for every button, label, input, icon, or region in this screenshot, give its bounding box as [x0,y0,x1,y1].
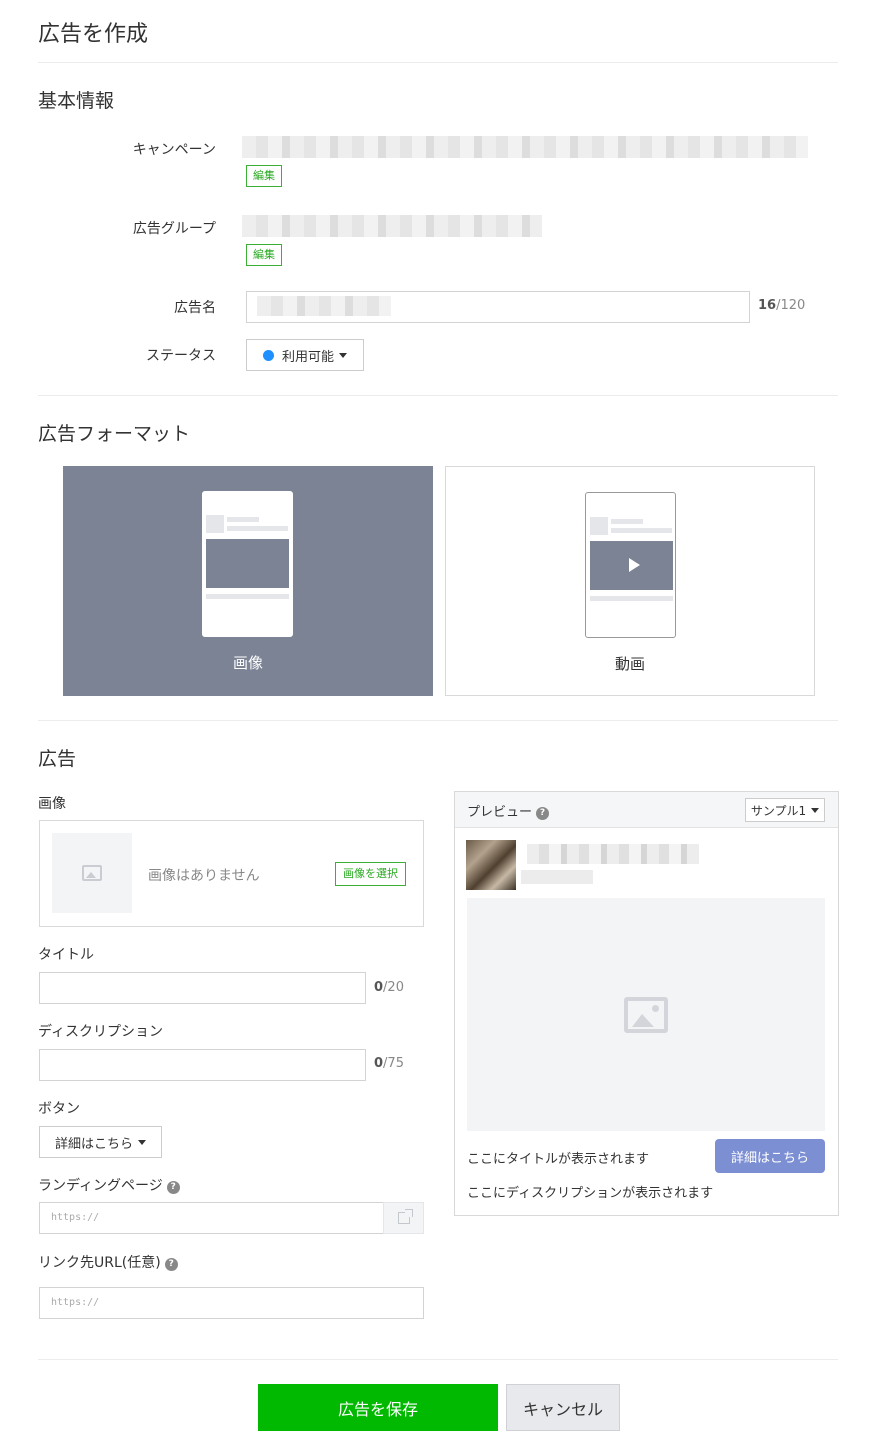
campaign-edit-button[interactable]: 編集 [246,165,282,187]
preview-ad-title: ここにタイトルが表示されます [467,1152,650,1167]
video-format-icon [585,492,676,638]
title-label: タイトル [38,947,94,963]
format-option-video[interactable]: 動画 [445,466,815,696]
no-image-text: 画像はありません [148,868,260,884]
image-placeholder [52,833,132,913]
help-icon[interactable]: ? [536,807,550,820]
ad-section-title: 広告 [38,748,77,770]
link-url-label: リンク先URL(任意)? [38,1252,178,1272]
landing-page-label: ランディングページ? [38,1175,180,1195]
ad-group-label: 広告グループ [132,221,216,237]
basic-info-title: 基本情報 [38,90,115,112]
cta-button-dropdown[interactable]: 詳細はこちら [39,1126,162,1158]
play-icon [629,558,640,572]
caret-down-icon [138,1139,146,1145]
cancel-button[interactable]: キャンセル [506,1384,620,1431]
sample-value: サンプル1 [750,803,807,818]
ad-format-title: 広告フォーマット [38,423,191,445]
format-option-label: 動画 [614,655,645,673]
account-name-redacted [527,844,699,864]
link-url-input[interactable]: https:// [39,1287,424,1319]
ad-name-label: 広告名 [174,300,216,316]
format-option-image[interactable]: 画像 [63,466,433,696]
ad-name-counter: 16/120 [758,298,806,313]
open-link-button[interactable] [383,1202,424,1234]
page-title: 広告を作成 [38,22,149,47]
avatar [466,840,516,890]
status-value: 利用可能 [282,349,335,365]
cta-button-value: 詳細はこちら [54,1136,133,1152]
preview-header: プレビュー? サンプル1 [455,792,838,828]
ad-group-name-redacted [242,215,542,237]
status-dot-icon [263,349,274,361]
sample-dropdown[interactable]: サンプル1 [745,798,825,822]
button-label: ボタン [38,1101,80,1117]
preview-title: プレビュー? [467,801,550,820]
description-counter: 0/75 [374,1056,404,1071]
divider [38,1359,838,1360]
help-icon[interactable]: ? [164,1258,178,1271]
ad-name-input[interactable] [246,291,750,323]
ad-preview-panel: プレビュー? サンプル1 ここにタイトルが表示されます 詳細はこちら ここにディ… [454,791,839,1216]
image-icon [82,865,102,881]
caret-down-icon [811,807,820,813]
divider [38,720,838,721]
preview-image-placeholder [467,898,825,1131]
divider [38,395,838,396]
help-icon[interactable]: ? [166,1181,180,1194]
preview-ad-description: ここにディスクリプションが表示されます [467,1186,714,1201]
status-dropdown[interactable]: 利用可能 [246,339,364,371]
external-link-icon [397,1209,413,1224]
caret-down-icon [339,352,348,358]
description-label: ディスクリプション [38,1024,164,1040]
title-input[interactable] [39,972,366,1004]
select-image-button[interactable]: 画像を選択 [335,862,406,886]
image-label: 画像 [38,796,66,812]
description-input[interactable] [39,1049,366,1081]
landing-page-input[interactable]: https:// [39,1202,384,1234]
account-meta-redacted [521,870,593,884]
save-ad-button[interactable]: 広告を保存 [258,1384,498,1431]
preview-cta-button: 詳細はこちら [715,1139,825,1173]
format-option-label: 画像 [232,654,263,672]
ad-group-edit-button[interactable]: 編集 [246,244,282,266]
campaign-label: キャンペーン [132,142,216,158]
divider [38,62,838,63]
status-label: ステータス [146,348,216,364]
image-upload-box: 画像はありません 画像を選択 [39,820,424,927]
campaign-name-redacted [242,136,808,158]
title-counter: 0/20 [374,980,404,995]
image-format-icon [202,491,293,637]
ad-name-value-redacted [257,296,391,316]
image-icon [624,996,668,1033]
